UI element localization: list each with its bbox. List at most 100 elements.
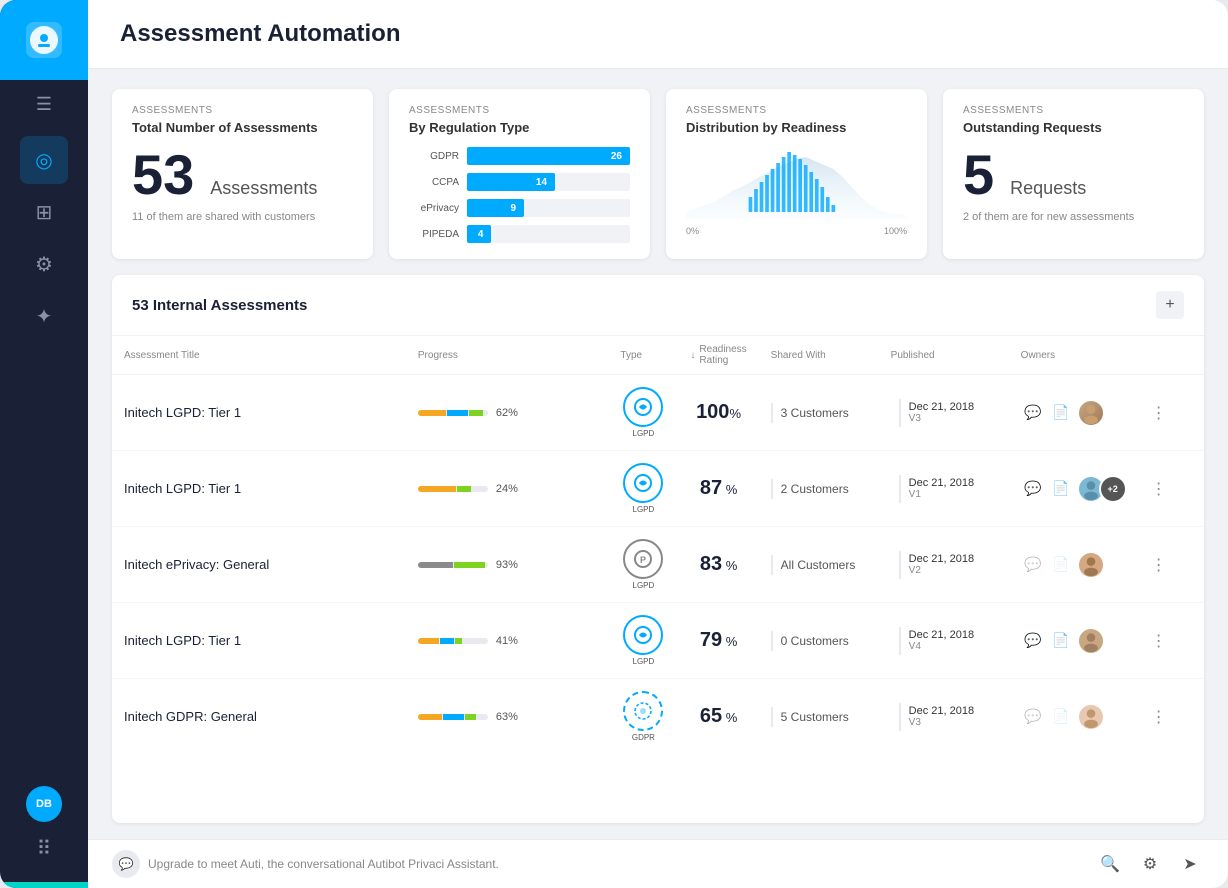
doc-icon[interactable]: 📄 [1049, 477, 1073, 501]
table-row: Initech ePrivacy: General 93% [112, 527, 1204, 603]
stat-by-regulation: Assessments By Regulation Type GDPR 26 C… [389, 89, 650, 259]
published-cell: Dec 21, 2018 V4 [891, 627, 997, 655]
stat-sub-outstanding: 2 of them are for new assessments [963, 211, 1184, 223]
col-header-actions [1139, 336, 1204, 375]
main-content: Assessment Automation Assessments Total … [88, 0, 1228, 888]
axis-start: 0% [686, 226, 699, 236]
type-badge-lgpd: LGPD [620, 615, 666, 666]
col-header-progress: Progress [406, 336, 609, 375]
stat-unit-total: Assessments [210, 178, 317, 199]
search-bottom-icon[interactable]: 🔍 [1096, 850, 1124, 878]
shared-count: 3 Customers [771, 403, 867, 423]
action-icons: 💬 📄 [1021, 551, 1127, 579]
stat-total-assessments: Assessments Total Number of Assessments … [112, 89, 373, 259]
chat-icon-active[interactable]: 💬 [1021, 477, 1045, 501]
sidebar-dots[interactable]: ⠿ [26, 830, 62, 866]
stat-outstanding: Assessments Outstanding Requests 5 Reque… [943, 89, 1204, 259]
chat-icon-inactive[interactable]: 💬 [1021, 553, 1045, 577]
page-title: Assessment Automation [120, 20, 1196, 48]
chatbot-message: 💬 Upgrade to meet Auti, the conversation… [112, 850, 499, 878]
bar-track-gdpr: 26 [467, 147, 630, 165]
user-avatar[interactable]: DB [26, 786, 62, 822]
stat-sub-total: 11 of them are shared with customers [132, 211, 353, 223]
filter-bottom-icon[interactable]: ⚙ [1136, 850, 1164, 878]
chatbot-text: Upgrade to meet Auti, the conversational… [148, 857, 499, 871]
sidebar-item-settings[interactable]: ✦ [20, 292, 68, 340]
doc-icon[interactable]: 📄 [1049, 629, 1073, 653]
chat-icon[interactable]: 💬 [1021, 629, 1045, 653]
bar-row-pipeda: PIPEDA 4 [409, 225, 630, 243]
shared-count: 0 Customers [771, 631, 867, 651]
chatbot-bubble-icon: 💬 [112, 850, 140, 878]
arrow-bottom-icon[interactable]: ➤ [1176, 850, 1204, 878]
row-menu-button[interactable]: ⋮ [1151, 405, 1167, 422]
action-icons: 💬 📄 [1021, 627, 1127, 655]
row-title: Initech LGPD: Tier 1 [124, 405, 241, 420]
bar-row-eprivacy: ePrivacy 9 [409, 199, 630, 217]
owner-avatars [1077, 399, 1105, 427]
app-logo[interactable] [0, 0, 88, 80]
row-menu-button[interactable]: ⋮ [1151, 633, 1167, 650]
owner-avatar [1077, 551, 1105, 579]
readiness-value: 83 % [700, 553, 737, 575]
table-row: Initech GDPR: General 63% [112, 679, 1204, 755]
bar-track-eprivacy: 9 [467, 199, 630, 217]
bar-value-pipeda: 4 [478, 229, 488, 240]
sidebar: ☰ ◎ ⊞ ⚙ ✦ DB ⠿ [0, 0, 88, 888]
add-assessment-button[interactable]: + [1156, 291, 1184, 319]
stat-title-outstanding: Outstanding Requests [963, 120, 1184, 135]
sidebar-item-dashboard[interactable]: ⊞ [20, 188, 68, 236]
chat-icon-inactive[interactable]: 💬 [1021, 705, 1045, 729]
type-badge-gdpr: GDPR [620, 691, 666, 742]
row-menu-button[interactable]: ⋮ [1151, 557, 1167, 574]
table-header: 53 Internal Assessments + [112, 275, 1204, 336]
shared-count: All Customers [771, 555, 867, 575]
row-title: Initech GDPR: General [124, 709, 257, 724]
chat-icon[interactable]: 💬 [1021, 401, 1045, 425]
doc-icon-inactive[interactable]: 📄 [1049, 553, 1073, 577]
privacy-icon: ◎ [35, 148, 52, 173]
distribution-chart: 0% 100% [686, 147, 907, 236]
owner-avatars: +2 [1077, 475, 1127, 503]
row-menu-button[interactable]: ⋮ [1151, 481, 1167, 498]
row-menu-button[interactable]: ⋮ [1151, 709, 1167, 726]
owner-avatars [1077, 627, 1105, 655]
published-cell: Dec 21, 2018 V3 [891, 399, 997, 427]
readiness-value: 79 % [700, 629, 737, 651]
progress-bar: 62% [418, 407, 597, 419]
bar-label-pipeda: PIPEDA [409, 229, 459, 240]
progress-bar: 24% [418, 483, 597, 495]
dashboard-icon: ⊞ [36, 200, 53, 225]
row-title: Initech LGPD: Tier 1 [124, 481, 241, 496]
stat-label-distribution: Assessments [686, 105, 907, 116]
bar-label-ccpa: CCPA [409, 177, 459, 188]
stat-count-total: 53 [132, 147, 194, 203]
regulation-bar-chart: GDPR 26 CCPA 14 [409, 147, 630, 243]
table-title: 53 Internal Assessments [132, 297, 307, 314]
doc-icon[interactable]: 📄 [1049, 401, 1073, 425]
progress-bar: 93% [418, 559, 597, 571]
sidebar-item-tools[interactable]: ⚙ [20, 240, 68, 288]
hamburger-icon: ☰ [36, 94, 52, 115]
readiness-value: 65 % [700, 705, 737, 727]
progress-pct: 24% [496, 483, 518, 495]
col-header-readiness: ↓ Readiness Rating [678, 336, 758, 375]
settings-icon: ✦ [36, 304, 53, 329]
row-title: Initech LGPD: Tier 1 [124, 633, 241, 648]
progress-bar: 41% [418, 635, 597, 647]
col-header-published: Published [879, 336, 1009, 375]
doc-icon-inactive[interactable]: 📄 [1049, 705, 1073, 729]
bar-label-eprivacy: ePrivacy [409, 203, 459, 214]
menu-toggle[interactable]: ☰ [0, 80, 88, 128]
type-badge-lgpd: LGPD [620, 463, 666, 514]
tools-icon: ⚙ [35, 252, 53, 277]
sidebar-item-privacy[interactable]: ◎ [20, 136, 68, 184]
sidebar-bottom: DB ⠿ [26, 786, 62, 882]
bar-label-gdpr: GDPR [409, 151, 459, 162]
col-header-title: Assessment Title [112, 336, 406, 375]
published-cell: Dec 21, 2018 V2 [891, 551, 997, 579]
table-scroll-container: Assessment Title Progress Type ↓ Readine… [112, 336, 1204, 754]
action-icons: 💬 📄 [1021, 399, 1127, 427]
stat-title-distribution: Distribution by Readiness [686, 120, 907, 135]
bar-value-ccpa: 14 [536, 177, 551, 188]
